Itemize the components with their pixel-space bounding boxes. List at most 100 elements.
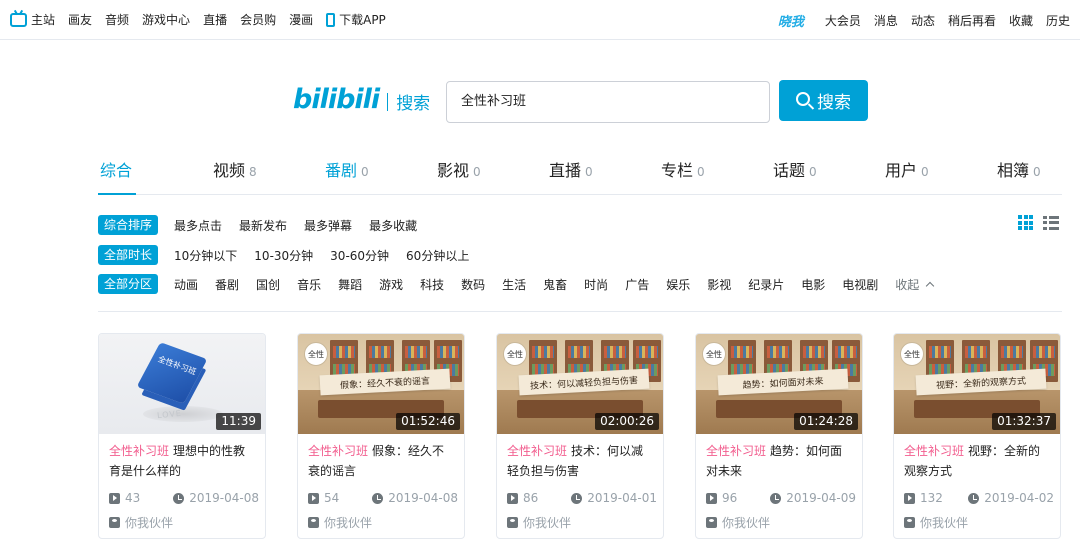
zone-option[interactable]: 番剧 (215, 276, 239, 293)
nav-label: 游戏中心 (142, 13, 191, 27)
nav-item-download-app[interactable]: 下载APP (326, 11, 386, 28)
nav-item-mall[interactable]: 会员购 (240, 11, 276, 28)
video-card[interactable]: 全性补习班 LOVE 11:39 全性补习班 理想中的性教育是什么样的 43 20… (98, 333, 266, 539)
nav-item-messages[interactable]: 消息 (874, 12, 898, 29)
video-title[interactable]: 全性补习班 假象：经久不衰的谣言 (298, 434, 464, 481)
sort-option[interactable]: 最新发布 (239, 217, 287, 234)
zone-option[interactable]: 影视 (707, 276, 731, 293)
bilibili-logo[interactable]: bilibili (293, 84, 380, 115)
zone-option[interactable]: 纪录片 (748, 276, 784, 293)
nav-item-dynamics[interactable]: 动态 (911, 12, 935, 29)
video-thumbnail[interactable]: 全性补习班 LOVE 11:39 (99, 334, 265, 434)
uploader[interactable]: 你我伙伴 (706, 514, 770, 531)
collapse-button[interactable]: 收起 (895, 276, 935, 293)
zone-option[interactable]: 舞蹈 (338, 276, 362, 293)
zone-option[interactable]: 科技 (420, 276, 444, 293)
grid-view-icon[interactable] (1018, 215, 1033, 230)
tab-label: 用户 (885, 161, 918, 180)
tab-user[interactable]: 用户 0 (885, 157, 929, 181)
clock-icon (571, 492, 583, 504)
video-thumbnail[interactable]: 假象：经久不衰的谣言 全性 01:52:46 (298, 334, 464, 434)
play-count-icon (308, 492, 319, 504)
nav-item-game-center[interactable]: 游戏中心 (142, 11, 190, 28)
zone-option[interactable]: 动画 (174, 276, 198, 293)
result-type-tabs: 综合 视频 8 番剧 0 影视 0 直播 0 专栏 0 话题 0 用户 0 相簿 0 (98, 147, 1062, 195)
nav-label: 画友 (68, 13, 93, 27)
duration-option[interactable]: 10-30分钟 (254, 247, 313, 264)
video-title[interactable]: 全性补习班 趋势：如何面对未来 (696, 434, 862, 481)
duration-option[interactable]: 10分钟以下 (174, 247, 237, 264)
video-meta: 96 2019-04-09 (706, 491, 856, 505)
nav-item-live[interactable]: 直播 (203, 11, 227, 28)
sort-option[interactable]: 最多收藏 (369, 217, 417, 234)
play-count-icon (904, 492, 915, 504)
video-meta: 132 2019-04-02 (904, 491, 1054, 505)
sort-filter-active[interactable]: 综合排序 (98, 215, 159, 235)
list-view-icon[interactable] (1043, 216, 1059, 230)
uploader-name: 你我伙伴 (722, 516, 771, 530)
nav-item-favorites[interactable]: 收藏 (1009, 12, 1033, 29)
play-count-icon (706, 492, 717, 504)
zone-option[interactable]: 鬼畜 (543, 276, 567, 293)
nav-item-main[interactable]: 主站 (10, 11, 55, 28)
event-logo[interactable]: 晓我 (778, 11, 804, 30)
tab-article[interactable]: 专栏 0 (661, 157, 705, 181)
nav-item-painter[interactable]: 画友 (68, 11, 92, 28)
video-thumbnail[interactable]: 技术：何以减轻负担与伤害 全性 02:00:26 (497, 334, 663, 434)
video-title[interactable]: 全性补习班 视野：全新的观察方式 (894, 434, 1060, 481)
search-button[interactable]: 搜索 (779, 80, 868, 121)
tab-video[interactable]: 视频 8 (213, 157, 257, 181)
duration-option[interactable]: 60分钟以上 (406, 247, 469, 264)
uploader-name: 你我伙伴 (324, 516, 373, 530)
tab-count: 0 (921, 165, 929, 179)
phone-icon (326, 12, 336, 27)
zone-option[interactable]: 娱乐 (666, 276, 690, 293)
tab-movie[interactable]: 影视 0 (437, 157, 481, 181)
video-card[interactable]: 趋势：如何面对未来 全性 01:24:28 全性补习班 趋势：如何面对未来 96 … (695, 333, 863, 539)
zone-option[interactable]: 时尚 (584, 276, 608, 293)
video-card[interactable]: 技术：何以减轻负担与伤害 全性 02:00:26 全性补习班 技术：何以减轻负担与… (496, 333, 664, 539)
clock-icon (173, 492, 185, 504)
zone-option[interactable]: 生活 (502, 276, 526, 293)
tab-all[interactable]: 综合 (100, 157, 132, 181)
tab-topic[interactable]: 话题 0 (773, 157, 817, 181)
zone-option[interactable]: 电视剧 (842, 276, 878, 293)
video-title[interactable]: 全性补习班 技术：何以减轻负担与伤害 (497, 434, 663, 481)
zone-option[interactable]: 游戏 (379, 276, 403, 293)
duration-filter-active[interactable]: 全部时长 (98, 245, 159, 265)
chevron-up-icon (926, 281, 935, 290)
uploader-icon (706, 517, 717, 528)
search-button-label: 搜索 (817, 93, 851, 113)
zone-option[interactable]: 电影 (801, 276, 825, 293)
video-title[interactable]: 全性补习班 理想中的性教育是什么样的 (99, 434, 265, 481)
uploader-name: 你我伙伴 (523, 516, 572, 530)
uploader[interactable]: 你我伙伴 (308, 514, 372, 531)
video-thumbnail[interactable]: 视野：全新的观察方式 全性 01:32:37 (894, 334, 1060, 434)
nav-item-history[interactable]: 历史 (1046, 12, 1070, 29)
nav-item-watch-later[interactable]: 稍后再看 (948, 12, 996, 29)
tab-count: 0 (361, 165, 369, 179)
uploader[interactable]: 你我伙伴 (507, 514, 571, 531)
zone-option[interactable]: 国创 (256, 276, 280, 293)
uploader[interactable]: 你我伙伴 (109, 514, 173, 531)
uploader[interactable]: 你我伙伴 (904, 514, 968, 531)
video-card[interactable]: 假象：经久不衰的谣言 全性 01:52:46 全性补习班 假象：经久不衰的谣言 5… (297, 333, 465, 539)
video-card[interactable]: 视野：全新的观察方式 全性 01:32:37 全性补习班 视野：全新的观察方式 1… (893, 333, 1061, 539)
tab-label: 直播 (549, 161, 582, 180)
nav-item-vip[interactable]: 大会员 (825, 12, 861, 29)
search-input[interactable]: 全性补习班 (446, 81, 770, 123)
tab-album[interactable]: 相簿 0 (997, 157, 1041, 181)
tab-bangumi[interactable]: 番剧 0 (325, 157, 369, 181)
sort-option[interactable]: 最多弹幕 (304, 217, 352, 234)
zone-option[interactable]: 数码 (461, 276, 485, 293)
tab-live[interactable]: 直播 0 (549, 157, 593, 181)
nav-item-manga[interactable]: 漫画 (289, 11, 313, 28)
clock-icon (372, 492, 384, 504)
zone-filter-active[interactable]: 全部分区 (98, 274, 159, 294)
video-thumbnail[interactable]: 趋势：如何面对未来 全性 01:24:28 (696, 334, 862, 434)
zone-option[interactable]: 广告 (625, 276, 649, 293)
zone-option[interactable]: 音乐 (297, 276, 321, 293)
sort-option[interactable]: 最多点击 (174, 217, 222, 234)
nav-item-audio[interactable]: 音频 (105, 11, 129, 28)
duration-option[interactable]: 30-60分钟 (330, 247, 389, 264)
